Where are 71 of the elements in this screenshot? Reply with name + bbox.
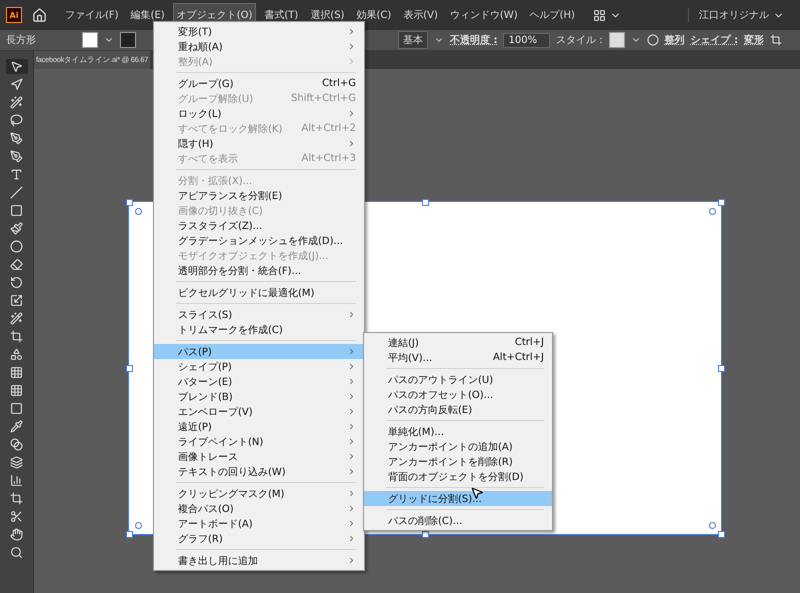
align-link[interactable]: 整列 [664, 33, 685, 47]
menu-item[interactable]: アートボード(A) [154, 516, 364, 531]
corner-widget[interactable] [135, 208, 142, 215]
menu-item[interactable]: テキストの回り込み(W) [154, 464, 364, 479]
menu-item[interactable]: 遠近(P) [154, 419, 364, 434]
menu-bar-item[interactable]: ヘルプ(H) [526, 3, 579, 27]
stroke-swatch[interactable] [120, 32, 136, 48]
menu-item[interactable]: パスのオフセット(O)... [364, 387, 552, 402]
menu-item[interactable]: 変形(T) [154, 24, 364, 39]
menu-item[interactable]: ラスタライズ(Z)... [154, 218, 364, 233]
menu-item[interactable]: シェイプ(P) [154, 359, 364, 374]
style-swatch[interactable] [608, 32, 625, 48]
opacity-label[interactable]: 不透明度 : [450, 33, 498, 47]
selection-handle[interactable] [126, 365, 133, 372]
app-logo: Ai [6, 7, 22, 23]
menu-item[interactable]: グラデーションメッシュを作成(D)... [154, 233, 364, 248]
menu-item[interactable]: スライス(S) [154, 307, 364, 322]
brush-dropdown[interactable]: 基本 [398, 31, 428, 49]
menu-item[interactable]: ロック(L) [154, 106, 364, 121]
menu-bar-item[interactable]: 表示(V) [399, 3, 442, 27]
selection-handle[interactable] [422, 199, 429, 206]
selection-handle[interactable] [718, 531, 725, 538]
menu-item[interactable]: 複合パス(O) [154, 501, 364, 516]
menu-item[interactable]: ピクセルグリッドに最適化(M) [154, 285, 364, 300]
menu-item[interactable]: 単純化(M)... [364, 424, 552, 439]
menu-item[interactable]: パスの方向反転(E) [364, 402, 552, 417]
menu-bar-item[interactable]: 効果(C) [352, 3, 396, 27]
home-icon[interactable] [32, 8, 47, 22]
menu-item[interactable]: アピアランスを分割(E) [154, 188, 364, 203]
tool-name: 長方形 [6, 34, 36, 47]
menu-item[interactable]: トリムマークを作成(C) [154, 322, 364, 337]
menu-item[interactable]: ライブペイント(N) [154, 434, 364, 449]
selection-handle[interactable] [126, 199, 133, 206]
layout-icon[interactable] [592, 8, 606, 22]
menu-item[interactable]: アンカーポイントの追加(A) [364, 439, 552, 454]
menu-item[interactable]: 透明部分を分割・統合(F)... [154, 263, 364, 278]
menu-item[interactable]: パターン(E) [154, 374, 364, 389]
workspace-switcher[interactable]: 江口オリジナル [688, 8, 794, 22]
menu-item[interactable]: 重ね順(A) [154, 39, 364, 54]
menu-item[interactable]: パスのアウトライン(U) [364, 372, 552, 387]
crop-icon[interactable] [770, 34, 782, 46]
menu-item[interactable]: 背面のオブジェクトを分割(D) [364, 469, 552, 484]
opacity-field[interactable]: 100% [503, 32, 550, 48]
transform-link[interactable]: 変形 [744, 33, 764, 47]
selection-handle[interactable] [126, 531, 133, 538]
menu-bar-item[interactable]: ファイル(F) [61, 3, 123, 27]
shape-link[interactable]: シェイプ : [690, 33, 738, 47]
corner-widget[interactable] [709, 522, 716, 529]
menu-item[interactable]: 連結(J) Ctrl+J [364, 335, 552, 350]
selection-handle[interactable] [718, 199, 725, 206]
selection-handle[interactable] [422, 531, 429, 538]
fill-swatch[interactable] [82, 32, 98, 48]
corner-widget[interactable] [135, 522, 142, 529]
menu-item[interactable]: グループ(G) Ctrl+G [154, 76, 364, 91]
menu-item[interactable]: 画像トレース [154, 449, 364, 464]
menu-item[interactable]: 隠す(H) [154, 136, 364, 151]
menu-bar-item[interactable]: ウィンドウ(W) [446, 3, 522, 27]
menu-item[interactable]: エンベロープ(V) [154, 404, 364, 419]
menu-item[interactable]: アンカーポイントを削除(R) [364, 454, 552, 469]
corner-widget[interactable] [709, 208, 716, 215]
menu-item[interactable]: 書き出し用に追加 [154, 553, 364, 568]
style-label: スタイル : [556, 34, 603, 47]
menu-item[interactable]: 平均(V)... Alt+Ctrl+J [364, 350, 552, 365]
menu-item[interactable]: ブレンド(B) [154, 389, 364, 404]
menu-item[interactable]: クリッピングマスク(M) [154, 486, 364, 501]
menu-bar-item[interactable]: 編集(E) [126, 3, 169, 27]
selection-handle[interactable] [718, 365, 725, 372]
menu-item[interactable]: パス(P) [154, 344, 364, 359]
menu-item[interactable]: グラフ(R) [154, 531, 364, 546]
menu-item[interactable]: グリッドに分割(S)... [364, 491, 552, 506]
menu-item[interactable]: パスの削除(C)... [364, 513, 552, 528]
